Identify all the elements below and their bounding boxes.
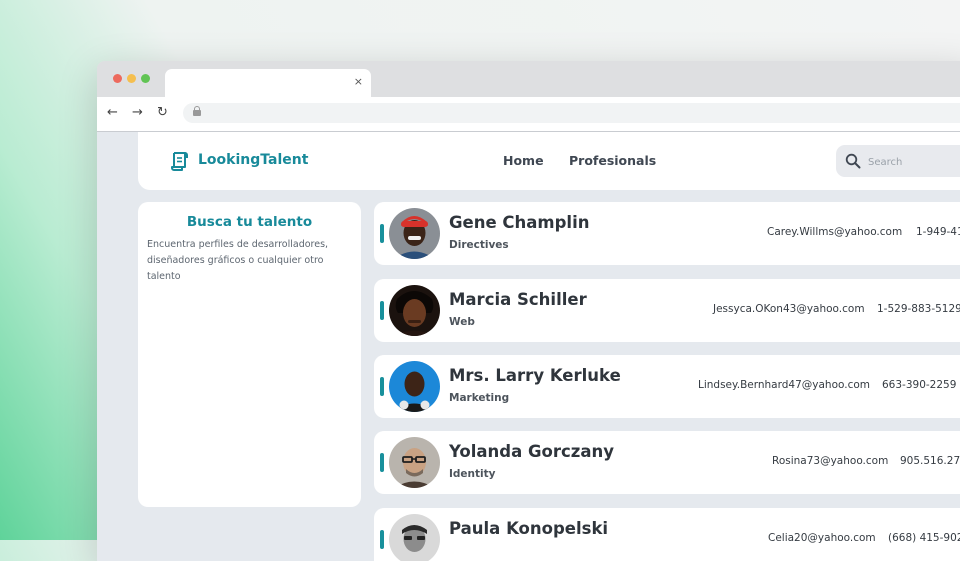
avatar [389,361,440,412]
profile-phone: (668) 415-902 [888,532,960,544]
site-header: LookingTalent Home Profesionals [138,132,960,190]
profile-phone: 663-390-2259 [882,379,957,391]
avatar [389,208,440,259]
search-icon [845,153,861,169]
profile-name: Marcia Schiller [449,290,587,309]
profile-name: Yolanda Gorczany [449,442,615,461]
profile-email[interactable]: Carey.Willms@yahoo.com [767,226,902,238]
card-accent-bar [380,301,384,320]
sidebar-description: Encuentra perfiles de desarrolladores, d… [147,239,329,282]
card-accent-bar [380,453,384,472]
browser-window: × ← → ↻ LookingTalent Home Profesionals … [97,61,960,561]
back-arrow-icon[interactable]: ← [107,105,118,121]
sidebar-panel: Busca tu talento Encuentra perfiles de d… [138,202,361,507]
profile-role: Identity [449,468,496,480]
profile-phone: 905.516.27 [900,455,960,467]
profile-card[interactable]: Gene Champlin Directives Carey.Willms@ya… [374,202,960,265]
avatar [389,437,440,488]
scroll-logo-icon [170,150,190,172]
profile-phone: 1-949-41 [916,226,960,238]
card-accent-bar [380,224,384,243]
profile-email[interactable]: Rosina73@yahoo.com [772,455,888,467]
browser-tab[interactable]: × [165,69,371,97]
profile-email[interactable]: Jessyca.OKon43@yahoo.com [713,303,865,315]
profile-name: Paula Konopelski [449,519,609,538]
profile-card[interactable]: Paula Konopelski Celia20@yahoo.com (668)… [374,508,960,561]
address-bar: ← → ↻ [97,97,960,132]
browser-titlebar: × [97,61,960,97]
lock-icon [193,106,201,117]
minimize-window-button[interactable] [127,74,136,83]
profile-role: Marketing [449,392,510,404]
close-window-button[interactable] [113,74,122,83]
site-logo[interactable]: LookingTalent [198,152,308,168]
url-input[interactable] [183,103,960,123]
profile-role: Web [449,316,475,328]
profile-card[interactable]: Mrs. Larry Kerluke Marketing Lindsey.Ber… [374,355,960,418]
profile-name: Gene Champlin [449,213,590,232]
tab-close-icon[interactable]: × [354,75,363,88]
sidebar-title: Busca tu talento [186,214,313,230]
avatar [389,285,440,336]
profile-role: Directives [449,239,509,251]
maximize-window-button[interactable] [141,74,150,83]
profile-email[interactable]: Celia20@yahoo.com [768,532,876,544]
profile-card[interactable]: Yolanda Gorczany Identity Rosina73@yahoo… [374,431,960,494]
profile-name: Mrs. Larry Kerluke [449,366,621,385]
reload-icon[interactable]: ↻ [157,105,168,121]
nav-home[interactable]: Home [503,153,544,168]
profile-card[interactable]: Marcia Schiller Web Jessyca.OKon43@yahoo… [374,279,960,342]
profile-phone: 1-529-883-5129 [877,303,960,315]
search-box [836,145,960,177]
profile-email[interactable]: Lindsey.Bernhard47@yahoo.com [698,379,870,391]
forward-arrow-icon[interactable]: → [132,105,143,121]
search-input[interactable] [866,151,960,173]
page-content: LookingTalent Home Profesionals Busca tu… [97,132,960,561]
avatar [389,514,440,561]
nav-profesionals[interactable]: Profesionals [569,153,656,168]
card-accent-bar [380,377,384,396]
